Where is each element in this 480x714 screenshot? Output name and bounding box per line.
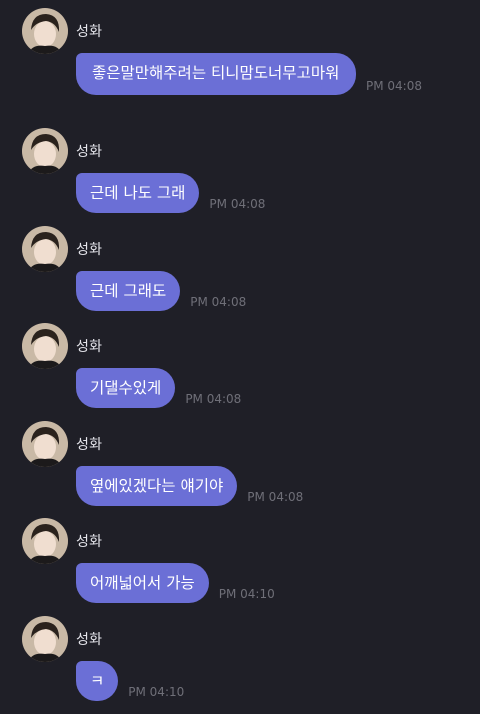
sender-name: 성화: [76, 242, 103, 258]
avatar[interactable]: [22, 421, 68, 467]
message-time: PM 04:08: [209, 197, 266, 211]
avatar-photo-icon: [22, 226, 68, 272]
bubble-row: 옆에있겠다는 얘기야 PM 04:08: [76, 466, 303, 506]
sender-name: 성화: [76, 24, 103, 40]
message-bubble[interactable]: 어깨넓어서 가능: [76, 563, 209, 603]
avatar[interactable]: [22, 616, 68, 662]
sender-name: 성화: [76, 437, 103, 453]
message-bubble[interactable]: 근데 나도 그래: [76, 173, 200, 213]
message-bubble[interactable]: 좋은말만해주려는 티니맘도너무고마워: [76, 53, 356, 95]
sender-name: 성화: [76, 632, 103, 648]
sender-name: 성화: [76, 534, 103, 550]
sender-name: 성화: [76, 144, 103, 160]
message-time: PM 04:08: [366, 79, 422, 93]
message-time: PM 04:08: [190, 295, 247, 309]
avatar[interactable]: [22, 226, 68, 272]
bubble-row: 좋은말만해주려는 티니맘도너무고마워 PM 04:08: [76, 53, 422, 95]
message-bubble[interactable]: ㅋ: [76, 661, 119, 701]
bubble-row: 어깨넓어서 가능 PM 04:10: [76, 563, 275, 603]
chat-view: 성화 좋은말만해주려는 티니맘도너무고마워 PM 04:08 성화 근데 나도 …: [0, 0, 480, 714]
bubble-row: 기댈수있게 PM 04:08: [76, 368, 241, 408]
message-time: PM 04:08: [185, 392, 242, 406]
message-bubble[interactable]: 기댈수있게: [76, 368, 176, 408]
avatar-photo-icon: [22, 128, 68, 174]
avatar[interactable]: [22, 8, 68, 54]
avatar-photo-icon: [22, 616, 68, 662]
message-bubble[interactable]: 옆에있겠다는 얘기야: [76, 466, 238, 506]
message-time: PM 04:10: [128, 685, 185, 699]
bubble-row: ㅋ PM 04:10: [76, 661, 184, 701]
message-time: PM 04:08: [247, 490, 304, 504]
sender-name: 성화: [76, 339, 103, 355]
bubble-row: 근데 나도 그래 PM 04:08: [76, 173, 265, 213]
avatar-photo-icon: [22, 8, 68, 54]
avatar[interactable]: [22, 128, 68, 174]
message-bubble[interactable]: 근데 그래도: [76, 271, 181, 311]
avatar[interactable]: [22, 518, 68, 564]
avatar-photo-icon: [22, 323, 68, 369]
avatar[interactable]: [22, 323, 68, 369]
avatar-photo-icon: [22, 421, 68, 467]
bubble-row: 근데 그래도 PM 04:08: [76, 271, 246, 311]
message-time: PM 04:10: [218, 587, 275, 601]
avatar-photo-icon: [22, 518, 68, 564]
